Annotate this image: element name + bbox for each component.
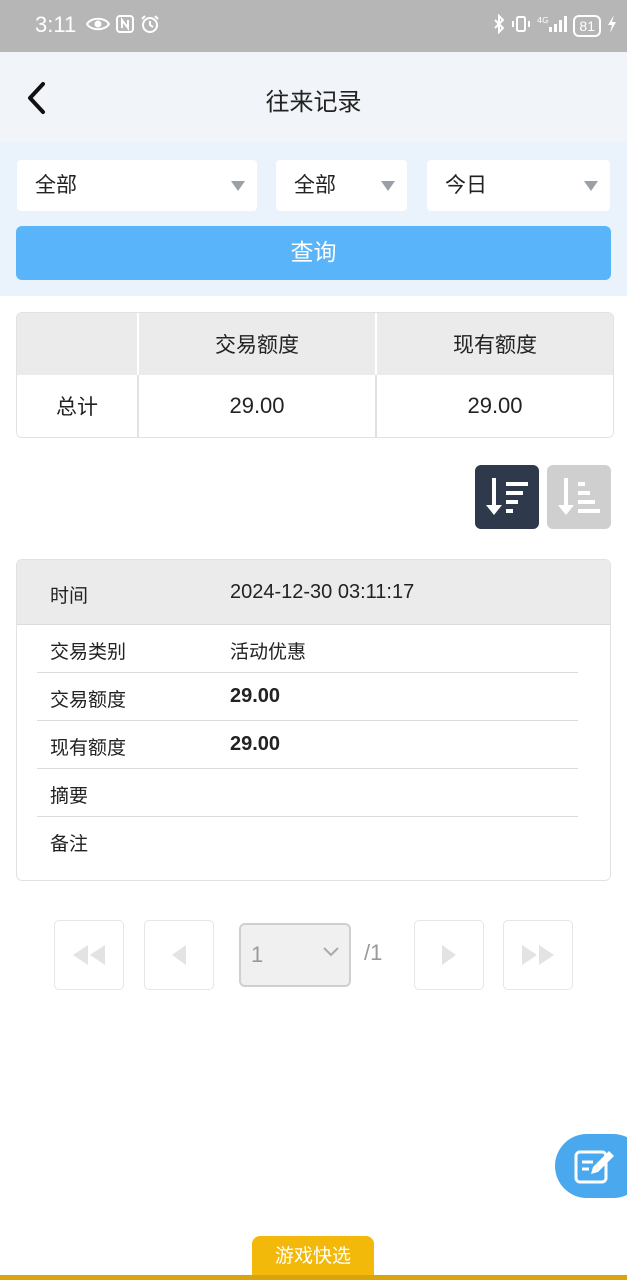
period-select[interactable]: 今日 — [427, 160, 610, 211]
eye-icon — [85, 14, 111, 38]
double-chevron-right-icon — [522, 945, 554, 965]
record-row-label: 交易额度 — [50, 689, 127, 711]
floating-edit-button[interactable] — [555, 1134, 627, 1198]
vibrate-icon — [511, 14, 531, 38]
record-row-value: 29.00 — [230, 685, 281, 707]
summary-trade-amount: 29.00 — [139, 375, 377, 437]
filter-panel: 全部 全部 今日 查询 — [0, 142, 627, 296]
bluetooth-icon — [493, 13, 505, 38]
summary-current-amount: 29.00 — [467, 393, 523, 418]
period-select-value: 今日 — [445, 173, 487, 197]
app-header: 往来记录 — [0, 52, 627, 142]
status-left-icons — [85, 14, 160, 38]
record-time-value: 2024-12-30 03:11:17 — [230, 581, 415, 603]
status-select-value: 全部 — [294, 173, 336, 197]
record-row-value: 29.00 — [230, 733, 281, 755]
record-card: 时间 2024-12-30 03:11:17 交易类别 活动优惠 交易额度 29… — [16, 559, 611, 881]
summary-total-row: 总计 29.00 29.00 — [17, 375, 613, 437]
next-page-button[interactable] — [414, 920, 484, 990]
record-row-value: 活动优惠 — [230, 641, 307, 663]
dropdown-caret-icon — [584, 181, 598, 191]
page-select-value: 1 — [251, 942, 264, 967]
page-title: 往来记录 — [265, 88, 362, 116]
query-button[interactable]: 查询 — [16, 226, 611, 280]
record-row-remark: 备注 — [17, 817, 610, 865]
sort-ascending-icon — [558, 478, 600, 515]
chevron-right-icon — [442, 945, 456, 965]
summary-table: 交易额度 现有额度 总计 29.00 29.00 — [16, 312, 614, 438]
sort-descending-icon — [486, 478, 528, 515]
page-total: /1 — [364, 940, 383, 965]
record-time-label: 时间 — [50, 585, 89, 607]
edit-icon — [574, 1150, 614, 1184]
status-bar: 3:11 4G 81 — [0, 0, 627, 52]
record-header: 时间 2024-12-30 03:11:17 — [17, 560, 610, 625]
record-row-label: 摘要 — [50, 785, 89, 807]
dropdown-caret-icon — [231, 181, 245, 191]
type-select[interactable]: 全部 — [17, 160, 257, 211]
summary-row-label: 总计 — [17, 375, 139, 437]
status-right-icons: 4G 81 — [493, 13, 617, 38]
record-row-label: 交易类别 — [50, 641, 127, 663]
record-row-current-amount: 现有额度 29.00 — [17, 721, 610, 769]
bottom-bar — [0, 1275, 627, 1280]
battery-icon: 81 — [573, 15, 601, 37]
record-row-category: 交易类别 活动优惠 — [17, 625, 610, 673]
record-row-trade-amount: 交易额度 29.00 — [17, 673, 610, 721]
record-row-label: 现有额度 — [50, 737, 127, 759]
sort-ascending-button[interactable] — [547, 465, 611, 529]
summary-header-trade: 交易额度 — [139, 313, 377, 375]
sort-descending-button[interactable] — [475, 465, 539, 529]
status-time: 3:11 — [35, 12, 77, 37]
alarm-icon — [140, 14, 160, 38]
type-select-value: 全部 — [35, 173, 77, 197]
nfc-icon — [116, 14, 134, 38]
svg-text:4G: 4G — [537, 16, 548, 25]
chevron-down-icon — [323, 947, 339, 957]
record-row-label: 备注 — [50, 833, 89, 855]
double-chevron-left-icon — [73, 945, 105, 965]
summary-header-empty — [17, 313, 139, 375]
previous-page-button[interactable] — [144, 920, 214, 990]
quick-select-button[interactable]: 游戏快选 — [252, 1236, 374, 1276]
summary-header-current: 现有额度 — [453, 333, 537, 357]
status-select[interactable]: 全部 — [276, 160, 407, 211]
page-select[interactable]: 1 — [239, 923, 351, 987]
dropdown-caret-icon — [381, 181, 395, 191]
chevron-left-icon — [172, 945, 186, 965]
summary-header-row: 交易额度 现有额度 — [17, 313, 613, 375]
signal-4g-icon: 4G — [537, 14, 568, 38]
first-page-button[interactable] — [54, 920, 124, 990]
last-page-button[interactable] — [503, 920, 573, 990]
charging-icon — [607, 14, 617, 38]
record-row-summary: 摘要 — [17, 769, 610, 817]
